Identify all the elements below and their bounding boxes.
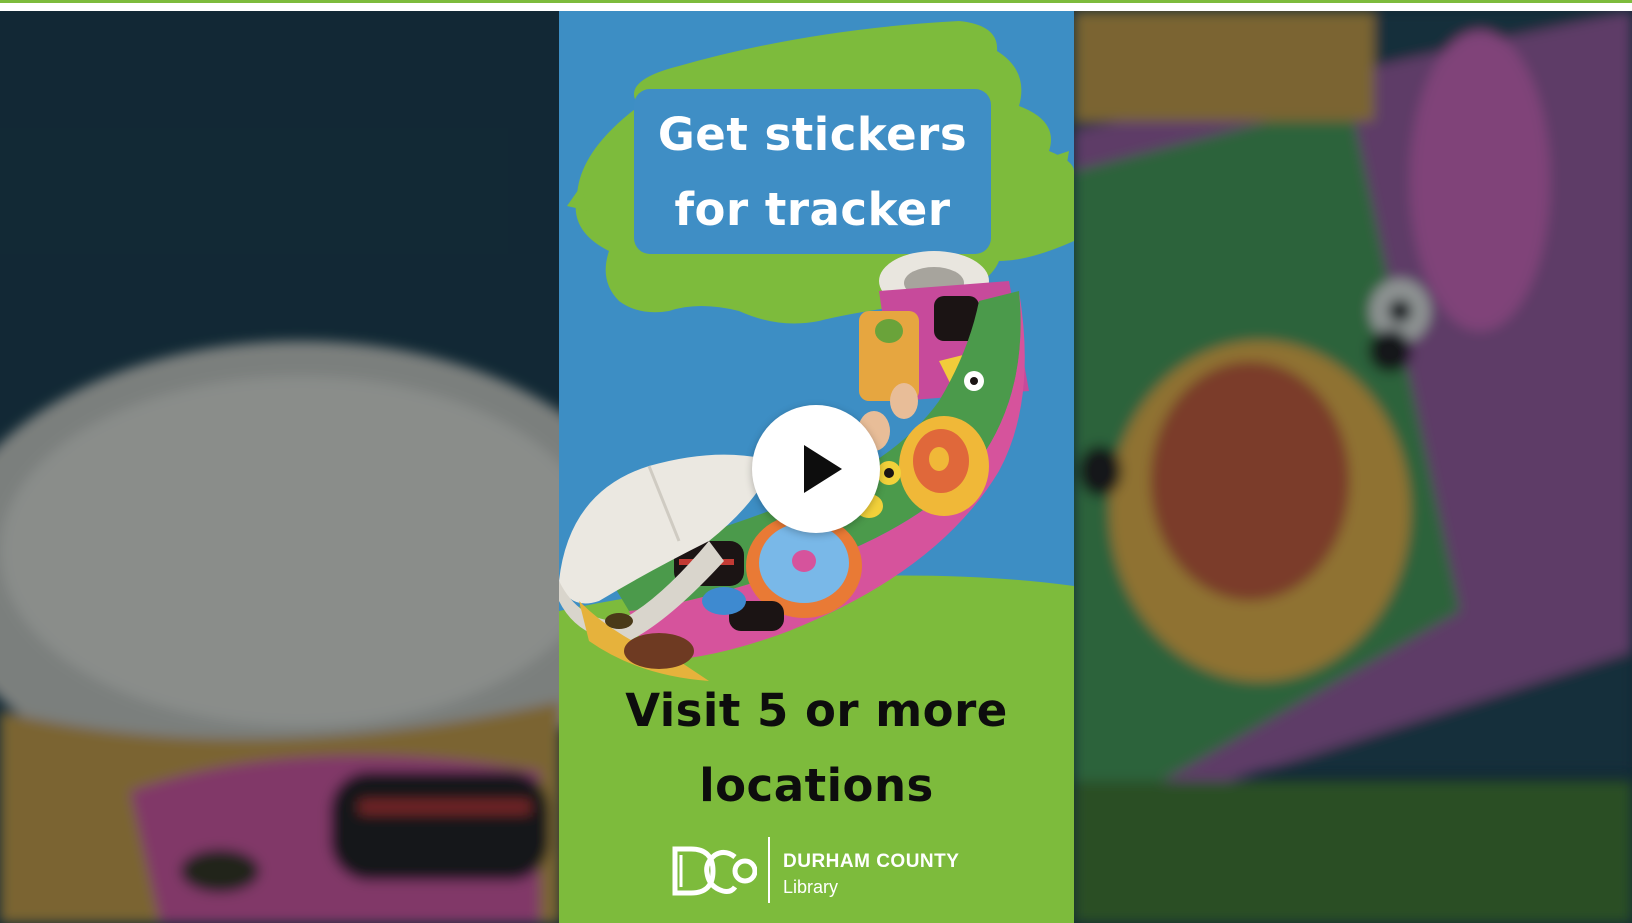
title-line-2: for tracker	[674, 182, 951, 236]
play-icon	[804, 445, 842, 493]
play-button[interactable]	[752, 405, 880, 533]
durham-county-library-logo: DURHAM COUNTY Library	[669, 837, 969, 907]
dco-logo-mark	[672, 846, 757, 896]
title-line-1: Get stickers	[657, 107, 968, 161]
logo-subtitle: Library	[783, 877, 839, 897]
logo-divider	[768, 837, 770, 903]
title-box: Get stickers for tracker	[634, 89, 991, 254]
logo-name: DURHAM COUNTY	[783, 851, 960, 872]
top-gap	[0, 3, 1632, 11]
caption-line-1: Visit 5 or more	[625, 684, 1008, 737]
caption-line-2: locations	[699, 759, 934, 812]
